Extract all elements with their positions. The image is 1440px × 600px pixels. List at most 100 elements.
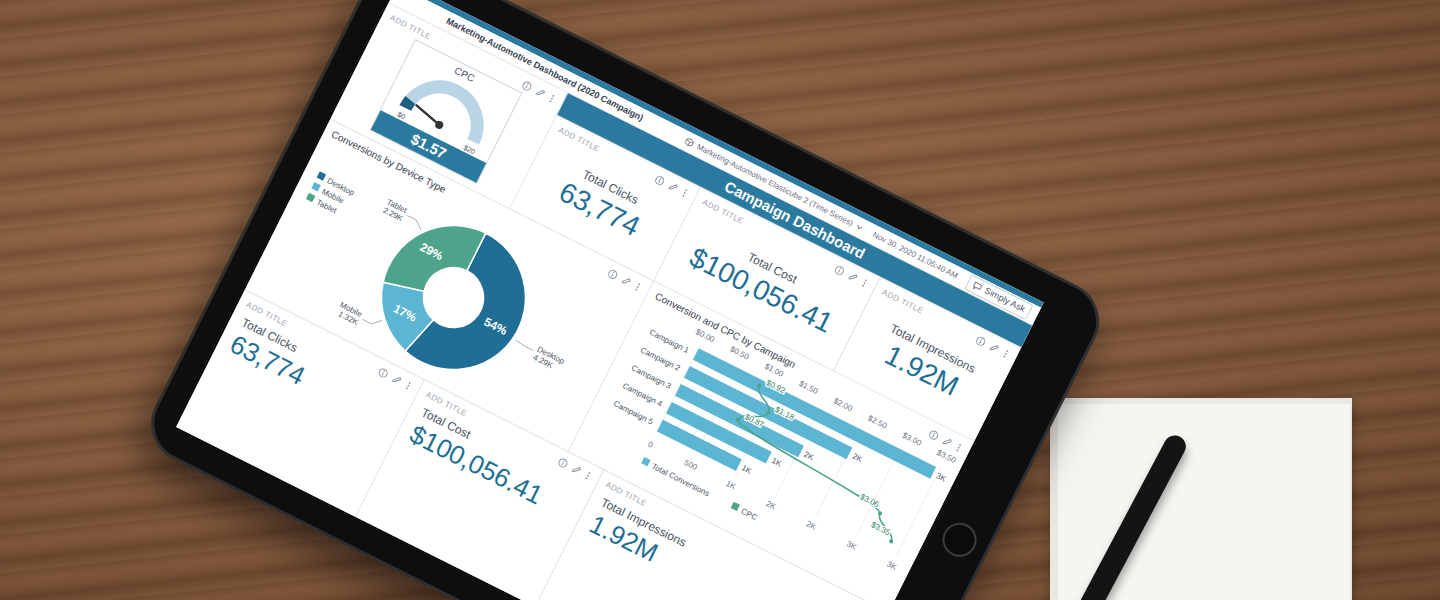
info-icon-dot	[981, 338, 983, 340]
legend-swatch	[317, 171, 326, 180]
menu-icon-dot	[586, 477, 588, 479]
info-icon-dot	[527, 83, 529, 85]
edit-icon[interactable]	[667, 180, 680, 193]
info-icon-ring	[608, 269, 619, 280]
cpc-value-label: $1.18	[774, 405, 796, 422]
menu-icon[interactable]	[404, 379, 414, 391]
menu-icon-dot	[638, 283, 640, 285]
info-icon[interactable]	[974, 334, 987, 347]
chat-icon	[971, 280, 983, 292]
info-icon[interactable]	[520, 79, 533, 92]
cpc-value-label: $0.92	[765, 378, 787, 395]
gauge-label: CPC	[452, 62, 478, 85]
info-icon-ring	[558, 457, 569, 468]
edit-icon[interactable]	[846, 270, 859, 283]
bar-value-label: 1K	[770, 456, 783, 469]
edit-icon-shape	[393, 375, 402, 384]
menu-icon-dot	[682, 194, 684, 196]
cube-icon	[684, 136, 696, 148]
gauge-hub	[434, 120, 445, 131]
info-icon-stem	[839, 270, 840, 273]
info-icon-stem	[562, 462, 563, 465]
edit-icon[interactable]	[988, 341, 1001, 354]
cpc-value-label: $3.06	[859, 492, 881, 509]
info-icon[interactable]	[377, 366, 390, 379]
slice-percent: 54%	[482, 315, 510, 338]
edit-icon-shape	[669, 182, 678, 191]
edit-icon[interactable]	[620, 274, 633, 287]
menu-icon-dot	[407, 384, 409, 386]
menu-icon-dot	[406, 387, 408, 389]
edit-icon[interactable]	[570, 463, 583, 476]
menu-icon-dot	[956, 449, 958, 451]
slice-percent: 17%	[391, 302, 419, 325]
conversion-tick: 1K	[724, 479, 737, 492]
cube-icon-shape	[685, 137, 695, 147]
info-icon-stem	[933, 434, 934, 437]
legend-swatch	[311, 182, 320, 191]
leader-line	[363, 313, 382, 328]
conversion-bar	[657, 420, 742, 471]
conversion-tick: 3K	[845, 539, 858, 552]
slice-percent: 29%	[418, 240, 446, 263]
edit-icon-shape	[537, 88, 546, 97]
info-icon[interactable]	[833, 263, 846, 276]
menu-icon[interactable]	[1001, 348, 1011, 360]
legend-label: Total Conversions	[650, 462, 711, 499]
cpc-point	[766, 410, 771, 415]
chevron-down-icon-shape	[856, 225, 862, 230]
info-icon-stem	[659, 180, 660, 183]
edit-icon[interactable]	[390, 373, 403, 386]
menu-icon-dot	[959, 443, 961, 445]
cpc-tick: $2.50	[866, 414, 888, 431]
menu-icon[interactable]	[954, 441, 964, 453]
info-icon-ring	[655, 175, 666, 186]
cpc-tick: $0.50	[729, 344, 751, 361]
menu-icon-dot	[1003, 355, 1005, 357]
bar-value-label: 3K	[935, 471, 948, 484]
edit-icon[interactable]	[941, 435, 954, 448]
info-icon[interactable]	[927, 428, 940, 441]
donut-slice	[381, 201, 486, 314]
legend-swatch	[731, 502, 740, 511]
kpi-value: $100,056.41	[405, 419, 548, 511]
cpc-point	[757, 383, 762, 388]
menu-icon-dot	[958, 446, 960, 448]
menu-icon[interactable]	[680, 187, 690, 199]
info-icon[interactable]	[653, 173, 666, 186]
cpc-point	[735, 417, 740, 422]
menu-icon[interactable]	[860, 277, 870, 289]
menu-icon-dot	[588, 471, 590, 473]
menu-icon-dot	[862, 284, 864, 286]
cpc-tick: $0.00	[694, 327, 716, 344]
slice-label-value: 4.29K	[532, 353, 555, 371]
menu-icon[interactable]	[583, 469, 593, 481]
menu-icon[interactable]	[547, 92, 557, 104]
info-icon[interactable]	[606, 267, 619, 280]
conversion-tick: 3K	[885, 559, 898, 572]
info-icon-dot	[660, 177, 662, 179]
cpc-tick: $1.50	[798, 379, 820, 396]
info-icon[interactable]	[556, 456, 569, 469]
edit-icon-shape	[622, 276, 631, 285]
cpc-point	[888, 539, 893, 544]
edit-icon-shape	[990, 343, 999, 352]
conversion-tick: 2K	[805, 519, 818, 532]
menu-icon-dot	[863, 281, 865, 283]
chat-icon-shape	[973, 282, 982, 291]
bar-value-label: 1K	[740, 463, 753, 476]
menu-icon-dot	[685, 189, 687, 191]
info-icon-dot	[613, 271, 615, 273]
cpc-point	[877, 511, 882, 516]
conversion-tick: 500	[683, 458, 699, 472]
edit-icon[interactable]	[534, 86, 547, 99]
info-icon-ring	[834, 265, 845, 276]
menu-icon[interactable]	[633, 281, 643, 293]
menu-icon-dot	[1005, 352, 1007, 354]
cpc-tick: $3.00	[901, 431, 923, 448]
bar-value-label: 2K	[802, 450, 815, 463]
info-icon-ring	[929, 429, 940, 440]
cpc-line	[720, 384, 927, 541]
gauge-fill	[405, 100, 410, 109]
info-icon-dot	[563, 460, 565, 462]
